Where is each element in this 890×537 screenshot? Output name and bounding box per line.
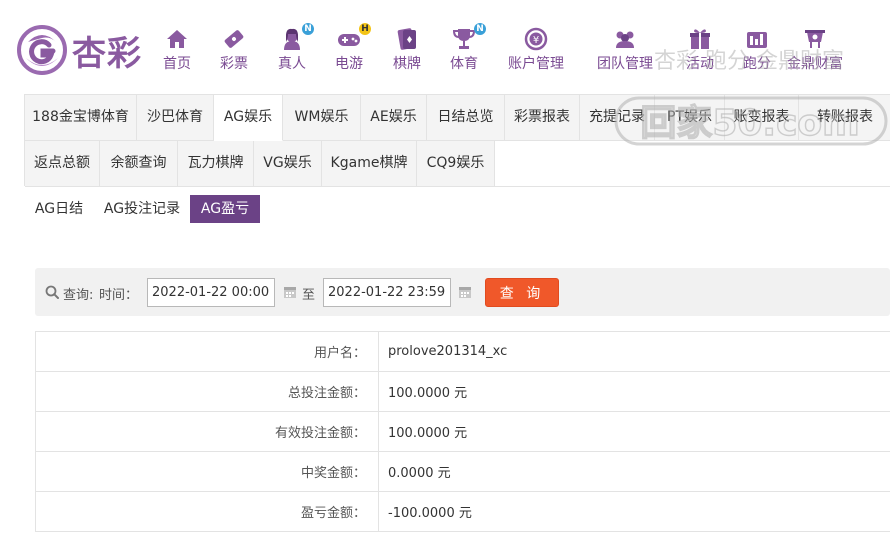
nav-item-chess[interactable]: 棋牌 <box>393 26 421 76</box>
row-label: 盈亏金额： <box>35 491 379 532</box>
query-label: 查询: <box>63 288 94 303</box>
tab-shaba-sports[interactable]: 沙巴体育 <box>137 95 214 141</box>
tab-kgame-chess[interactable]: Kgame棋牌 <box>322 141 417 187</box>
nav-label: 团队管理 <box>597 56 653 72</box>
gift-icon <box>687 26 713 52</box>
tab-lottery-report[interactable]: 彩票报表 <box>505 95 580 141</box>
tab-cq9[interactable]: CQ9娱乐 <box>417 141 495 187</box>
nav-label: 彩票 <box>220 56 248 72</box>
nav-label: 跑分 <box>743 56 771 72</box>
new-badge: N <box>474 23 486 35</box>
table-row: 有效投注金额： 100.0000 元 <box>35 411 890 452</box>
end-time-input[interactable] <box>323 278 451 307</box>
tab-wm[interactable]: WM娱乐 <box>283 95 361 141</box>
new-badge: N <box>302 23 314 35</box>
tabs-filler <box>495 141 890 187</box>
start-time-input[interactable] <box>147 278 275 307</box>
nav-item-home[interactable]: 首页 <box>163 26 191 76</box>
lottery-ticket-icon <box>221 26 247 52</box>
table-row: 总投注金额： 100.0000 元 <box>35 371 890 412</box>
nav-label: 首页 <box>163 56 191 72</box>
row-value: -100.0000 元 <box>378 491 890 532</box>
nav-item-team[interactable]: 团队管理 <box>597 26 653 76</box>
header: 杏彩 首页 彩票 N 真人 H 电游 棋牌 N 体育 ¥ 账户管理 团队管理 活… <box>0 0 890 92</box>
gamepad-icon: H <box>336 23 371 52</box>
nav-item-promo[interactable]: 活动 <box>686 26 714 76</box>
tab-ae[interactable]: AE娱乐 <box>361 95 427 141</box>
trophy-icon: N <box>451 23 486 52</box>
row-value: 0.0000 元 <box>378 451 890 492</box>
nav-item-egame[interactable]: H 电游 <box>335 23 371 76</box>
row-label: 中奖金额： <box>35 451 379 492</box>
home-icon <box>164 26 190 52</box>
query-button[interactable]: 查 询 <box>485 278 559 307</box>
tab-transfer-report[interactable]: 转账报表 <box>799 95 890 141</box>
table-row: 中奖金额： 0.0000 元 <box>35 451 890 492</box>
nav-item-lottery[interactable]: 彩票 <box>220 26 248 76</box>
profit-loss-table: 用户名： prolove201314_xc 总投注金额： 100.0000 元 … <box>35 331 890 532</box>
table-row: 盈亏金额： -100.0000 元 <box>35 491 890 532</box>
nav-item-scoring[interactable]: 跑分 <box>743 26 771 76</box>
scoring-icon <box>744 26 770 52</box>
tab-188-sports[interactable]: 188金宝博体育 <box>25 95 137 141</box>
subtab-ag-daily[interactable]: AG日结 <box>27 195 91 223</box>
row-label: 总投注金额： <box>35 371 379 412</box>
row-value: 100.0000 元 <box>378 371 890 412</box>
query-bar: 查询: 时间： 至 查 询 <box>35 268 890 316</box>
subtab-ag-bet-records[interactable]: AG投注记录 <box>97 195 187 223</box>
tab-wali-chess[interactable]: 瓦力棋牌 <box>178 141 254 187</box>
team-icon <box>612 26 638 52</box>
live-dealer-icon: N <box>279 23 314 52</box>
range-separator: 至 <box>302 288 316 303</box>
calendar-icon[interactable] <box>458 285 472 299</box>
svg-text:¥: ¥ <box>533 35 539 46</box>
nav-label: 账户管理 <box>508 56 564 72</box>
nav-item-live[interactable]: N 真人 <box>278 23 314 76</box>
time-label: 时间： <box>99 288 139 303</box>
nav-item-fortune[interactable]: 金鼎财富 <box>787 26 843 76</box>
row-value: 100.0000 元 <box>378 411 890 452</box>
subtab-ag-profit-loss[interactable]: AG盈亏 <box>190 195 260 223</box>
yen-coin-icon: ¥ <box>523 26 549 52</box>
report-tabs: 188金宝博体育 沙巴体育 AG娱乐 WM娱乐 AE娱乐 日结总览 彩票报表 充… <box>24 94 890 187</box>
table-row: 用户名： prolove201314_xc <box>35 331 890 372</box>
nav-label: 真人 <box>278 56 306 72</box>
tab-balance-change[interactable]: 账变报表 <box>725 95 799 141</box>
calendar-icon[interactable] <box>283 285 297 299</box>
tab-ag[interactable]: AG娱乐 <box>214 95 283 141</box>
nav-item-sports[interactable]: N 体育 <box>450 23 486 76</box>
cards-icon <box>394 26 420 52</box>
nav-item-account[interactable]: ¥ 账户管理 <box>508 26 564 76</box>
tab-deposit-withdraw[interactable]: 充提记录 <box>580 95 655 141</box>
nav-label: 电游 <box>335 56 363 72</box>
nav-label: 棋牌 <box>393 56 421 72</box>
nav-label: 金鼎财富 <box>787 56 843 72</box>
row-label: 有效投注金额： <box>35 411 379 452</box>
row-value: prolove201314_xc <box>378 331 890 372</box>
tab-pt[interactable]: PT娱乐 <box>655 95 725 141</box>
main-nav: 首页 彩票 N 真人 H 电游 棋牌 N 体育 ¥ 账户管理 团队管理 活动 跑… <box>0 23 890 76</box>
search-icon <box>45 285 59 299</box>
nav-label: 活动 <box>686 56 714 72</box>
tab-balance-query[interactable]: 余额查询 <box>100 141 178 187</box>
fortune-icon <box>802 26 828 52</box>
nav-label: 体育 <box>450 56 478 72</box>
tab-daily-overview[interactable]: 日结总览 <box>427 95 505 141</box>
row-label: 用户名： <box>35 331 379 372</box>
hot-badge: H <box>359 23 371 35</box>
tab-vg[interactable]: VG娱乐 <box>254 141 322 187</box>
tab-rebate-total[interactable]: 返点总额 <box>25 141 100 187</box>
